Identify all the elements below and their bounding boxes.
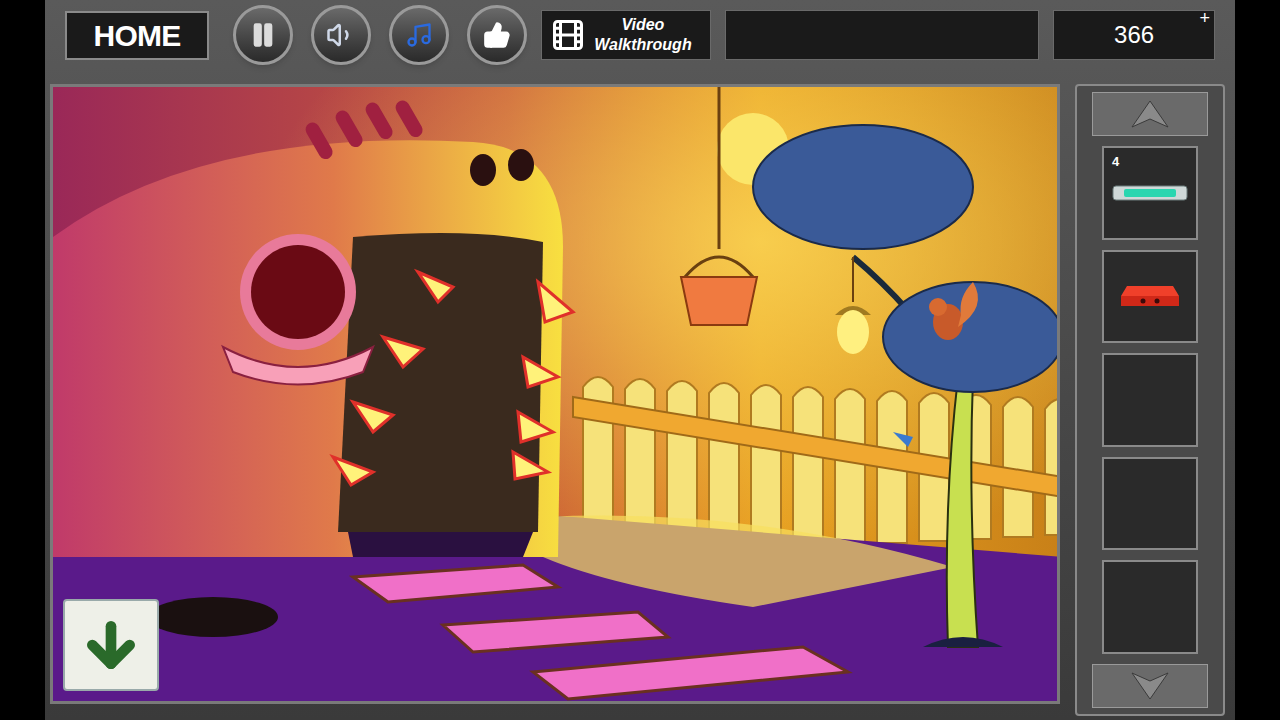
plus-button[interactable]: + xyxy=(1200,5,1211,32)
music-button[interactable] xyxy=(389,5,449,65)
stepping-stones[interactable] xyxy=(353,565,848,699)
message-bar xyxy=(725,10,1039,60)
seed-pile[interactable] xyxy=(148,597,278,637)
squirrel[interactable] xyxy=(929,282,978,340)
sound-button[interactable] xyxy=(311,5,371,65)
hanging-basket[interactable] xyxy=(685,257,753,277)
scroll-up-button[interactable] xyxy=(1092,92,1208,136)
up-arrow-icon xyxy=(1130,99,1170,129)
background xyxy=(53,87,1060,704)
inventory-slot[interactable] xyxy=(1102,457,1198,551)
game-scene[interactable] xyxy=(53,87,1060,704)
back-button[interactable] xyxy=(63,599,159,691)
red-block-icon xyxy=(1119,284,1181,308)
inventory-slot[interactable]: 4 xyxy=(1102,146,1198,240)
inventory-panel: 4 xyxy=(1075,84,1225,716)
inventory-slot[interactable] xyxy=(1102,250,1198,344)
film-icon xyxy=(550,17,586,53)
pause-icon xyxy=(249,21,277,49)
tree xyxy=(753,125,1060,647)
music-note-icon xyxy=(405,21,433,49)
video-walkthrough-button[interactable]: VideoWalkthrough xyxy=(541,10,711,60)
inventory-slot[interactable] xyxy=(1102,353,1198,447)
monster-house[interactable] xyxy=(53,98,573,557)
home-button[interactable]: HOME xyxy=(65,11,209,60)
score-box: 366+ xyxy=(1053,10,1215,60)
pause-button[interactable] xyxy=(233,5,293,65)
inventory-slot[interactable] xyxy=(1102,560,1198,654)
thumbs-up-icon xyxy=(483,21,511,49)
item-count: 4 xyxy=(1112,152,1119,172)
toolbar: HOME VideoWalkthrough 366+ xyxy=(45,0,1235,70)
speaker-icon xyxy=(326,20,356,50)
game-frame: HOME VideoWalkthrough 366+ 4 xyxy=(45,0,1235,720)
acorn-lamp[interactable] xyxy=(835,257,871,354)
down-triangle-icon xyxy=(1130,671,1170,701)
scene-panel xyxy=(50,84,1060,704)
app: HOME VideoWalkthrough 366+ 4 xyxy=(0,0,1280,720)
scroll-down-button[interactable] xyxy=(1092,664,1208,708)
down-arrow-icon xyxy=(79,613,143,677)
glass-tube-icon xyxy=(1112,183,1188,203)
like-button[interactable] xyxy=(467,5,527,65)
